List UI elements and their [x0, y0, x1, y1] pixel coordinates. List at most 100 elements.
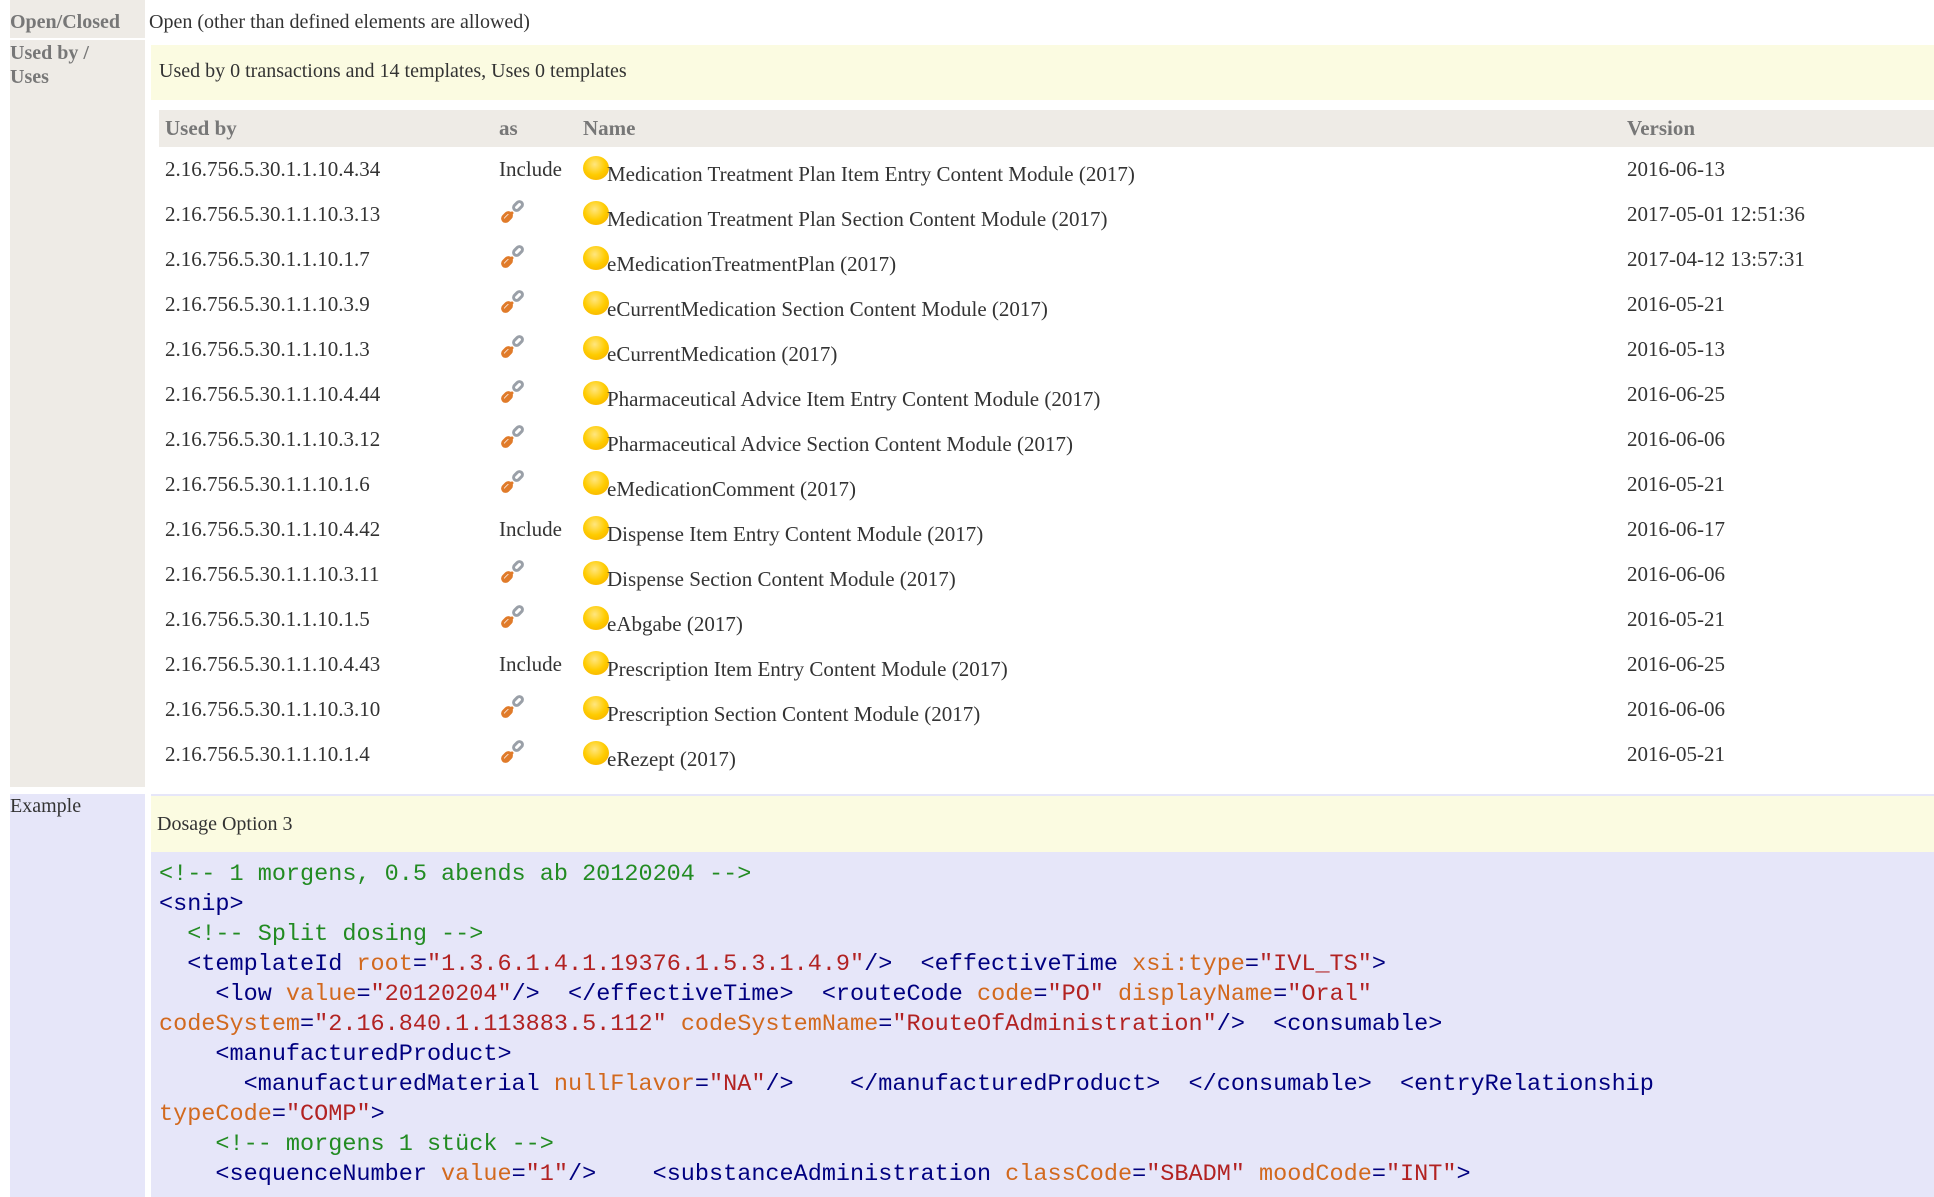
row-template-id[interactable]: 2.16.756.5.30.1.1.10.1.6: [159, 462, 493, 507]
row-name-cell: eCurrentMedication Section Content Modul…: [577, 282, 1621, 327]
code-line: codeSystem="2.16.840.1.113883.5.112" cod…: [159, 1010, 1654, 1040]
open-closed-label: Open/Closed: [10, 11, 121, 33]
row-template-id[interactable]: 2.16.756.5.30.1.1.10.1.4: [159, 732, 493, 777]
row-template-id[interactable]: 2.16.756.5.30.1.1.10.4.43: [159, 642, 493, 687]
table-row: 2.16.756.5.30.1.1.10.1.6 eMedicationComme…: [159, 462, 1934, 507]
row-name[interactable]: eMedicationTreatmentPlan (2017): [607, 252, 896, 276]
used-by-table: Used by as Name Version 2.16.756.5.30.1.…: [159, 110, 1934, 777]
code-token: codeSystem: [159, 1011, 301, 1038]
row-name[interactable]: Pharmaceutical Advice Item Entry Content…: [607, 387, 1100, 411]
row-template-id[interactable]: 2.16.756.5.30.1.1.10.3.12: [159, 417, 493, 462]
code-token: "1": [525, 1161, 568, 1188]
table-row: 2.16.756.5.30.1.1.10.1.3 eCurrentMedicati…: [159, 327, 1934, 372]
status-dot-icon: [583, 425, 609, 450]
code-token: "RouteOfAdministration": [892, 1011, 1217, 1038]
code-line: <!-- 1 morgens, 0.5 abends ab 20120204 -…: [159, 860, 1654, 890]
row-template-id[interactable]: 2.16.756.5.30.1.1.10.1.5: [159, 597, 493, 642]
row-template-id[interactable]: 2.16.756.5.30.1.1.10.3.11: [159, 552, 493, 597]
code-token: =: [1273, 981, 1288, 1008]
row-name[interactable]: Prescription Item Entry Content Module (…: [607, 657, 1008, 681]
code-token: xsi:type: [1132, 951, 1245, 978]
row-name-cell: eRezept (2017): [577, 732, 1621, 777]
row-name[interactable]: Dispense Section Content Module (2017): [607, 567, 956, 591]
row-name[interactable]: Medication Treatment Plan Section Conten…: [607, 207, 1107, 231]
code-line: <manufacturedMaterial nullFlavor="NA"/> …: [159, 1070, 1654, 1100]
link-icon: [493, 417, 577, 462]
row-version: 2017-05-01 12:51:36: [1627, 202, 1805, 226]
chain-link-icon: [499, 557, 531, 593]
row-name[interactable]: Dispense Item Entry Content Module (2017…: [607, 522, 983, 546]
table-row: 2.16.756.5.30.1.1.10.3.11 Dispense Sectio…: [159, 552, 1934, 597]
row-name[interactable]: Medication Treatment Plan Item Entry Con…: [607, 162, 1135, 186]
code-token: /> <substanceAdministration: [567, 1161, 1006, 1188]
col-version: Version: [1621, 110, 1934, 147]
row-name[interactable]: eAbgabe (2017): [607, 612, 743, 636]
code-token: =: [271, 1101, 286, 1128]
row-name[interactable]: Pharmaceutical Advice Section Content Mo…: [607, 432, 1073, 456]
status-dot-icon: [583, 335, 609, 360]
row-template-id[interactable]: 2.16.756.5.30.1.1.10.3.9: [159, 282, 493, 327]
code-line: <sequenceNumber value="1"/> <substanceAd…: [159, 1160, 1654, 1190]
status-dot-icon: [583, 155, 609, 180]
chain-link-icon: [499, 287, 531, 323]
link-icon: [493, 687, 577, 732]
chain-link-icon: [499, 242, 531, 278]
code-token: <templateId: [159, 951, 357, 978]
row-template-id[interactable]: 2.16.756.5.30.1.1.10.3.10: [159, 687, 493, 732]
code-token: "NA": [709, 1071, 766, 1098]
example-title: Dosage Option 3: [157, 813, 293, 835]
row-name[interactable]: eRezept (2017): [607, 747, 736, 771]
link-icon: [493, 462, 577, 507]
code-token: <low: [159, 981, 286, 1008]
code-token: =: [694, 1071, 710, 1098]
row-name[interactable]: eMedicationComment (2017): [607, 477, 856, 501]
col-used-by: Used by: [159, 110, 493, 147]
code-token: "SBADM": [1146, 1161, 1245, 1188]
link-icon: [493, 282, 577, 327]
row-template-id[interactable]: 2.16.756.5.30.1.1.10.1.7: [159, 237, 493, 282]
code-token: /> <consumable>: [1216, 1011, 1443, 1038]
table-row: 2.16.756.5.30.1.1.10.1.7 eMedicationTreat…: [159, 237, 1934, 282]
link-icon: [493, 237, 577, 282]
code-token: <!-- 1 morgens, 0.5 abends ab 20120204 -…: [159, 861, 752, 888]
code-token: >: [1456, 1161, 1471, 1188]
row-version: 2016-06-25: [1627, 652, 1725, 676]
code-token: =: [1033, 981, 1048, 1008]
row-template-id[interactable]: 2.16.756.5.30.1.1.10.4.44: [159, 372, 493, 417]
status-dot-icon: [583, 290, 609, 315]
status-dot-icon: [583, 515, 609, 540]
row-template-id[interactable]: 2.16.756.5.30.1.1.10.4.42: [159, 507, 493, 552]
example-code[interactable]: <!-- 1 morgens, 0.5 abends ab 20120204 -…: [159, 860, 1654, 1190]
code-line: <!-- morgens 1 stück -->: [159, 1130, 1654, 1160]
row-version: 2016-05-21: [1627, 742, 1725, 766]
table-row: 2.16.756.5.30.1.1.10.4.44 Pharmaceutical …: [159, 372, 1934, 417]
status-dot-icon: [583, 740, 609, 765]
code-line: <manufacturedProduct>: [159, 1040, 1654, 1070]
row-version: 2017-04-12 13:57:31: [1627, 247, 1805, 271]
row-name[interactable]: eCurrentMedication Section Content Modul…: [607, 297, 1048, 321]
row-name-cell: eCurrentMedication (2017): [577, 327, 1621, 372]
status-dot-icon: [583, 650, 609, 675]
code-token: "COMP": [285, 1101, 371, 1128]
chain-link-icon: [499, 332, 531, 368]
status-dot-icon: [583, 200, 609, 225]
row-name[interactable]: Prescription Section Content Module (201…: [607, 702, 980, 726]
row-version: 2016-05-21: [1627, 472, 1725, 496]
code-token: =: [412, 951, 427, 978]
row-as: Include: [499, 157, 562, 181]
row-template-id[interactable]: 2.16.756.5.30.1.1.10.1.3: [159, 327, 493, 372]
code-token: value: [441, 1161, 512, 1188]
row-name-cell: eAbgabe (2017): [577, 597, 1621, 642]
link-icon: [493, 732, 577, 777]
code-token: >: [1371, 951, 1386, 978]
col-name: Name: [577, 110, 1621, 147]
row-name[interactable]: eCurrentMedication (2017): [607, 342, 837, 366]
row-name-cell: Medication Treatment Plan Section Conten…: [577, 192, 1621, 237]
row-template-id[interactable]: 2.16.756.5.30.1.1.10.3.13: [159, 192, 493, 237]
used-by-label: Used by / Uses: [10, 42, 89, 88]
row-template-id[interactable]: 2.16.756.5.30.1.1.10.4.34: [159, 147, 493, 192]
code-token: <sequenceNumber: [159, 1161, 442, 1188]
